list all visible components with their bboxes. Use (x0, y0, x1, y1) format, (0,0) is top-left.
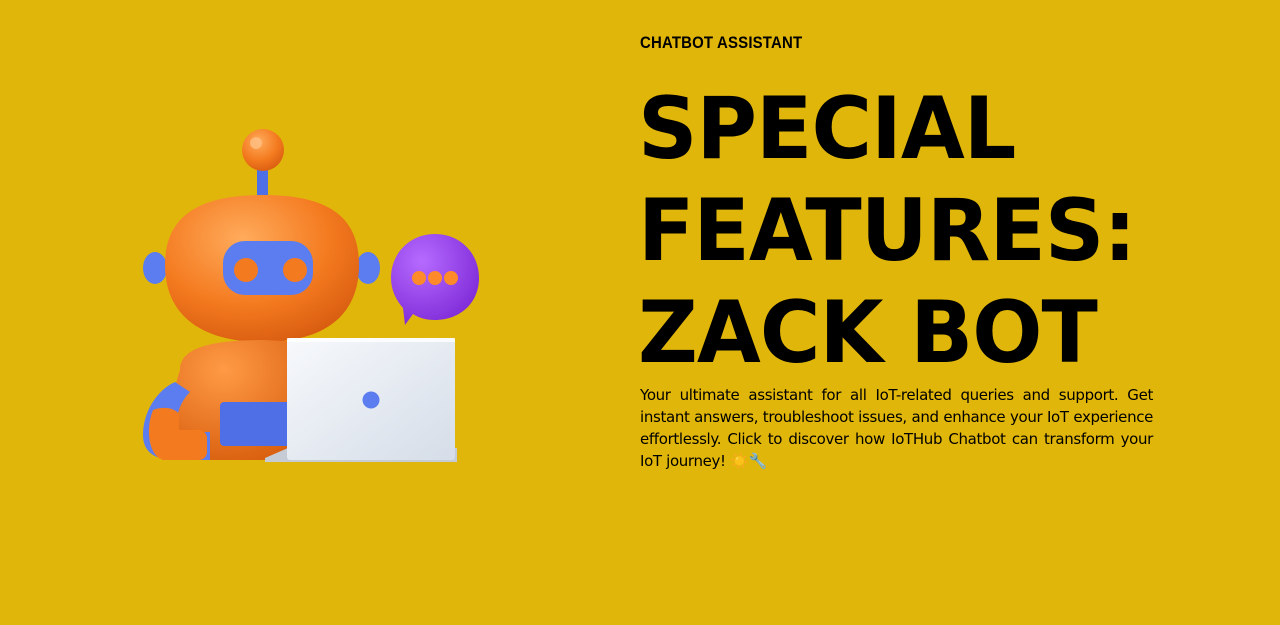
headline-line-2: FEATURES: (638, 181, 1136, 281)
description-text: Your ultimate assistant for all IoT-rela… (640, 386, 1153, 470)
robot-head (143, 195, 380, 342)
eyebrow-label: CHATBOT ASSISTANT (640, 33, 803, 52)
robot-antenna (242, 129, 284, 202)
headline-line-1: SPECIAL (638, 79, 1016, 179)
chat-bubble-icon (391, 234, 479, 325)
robot-body (143, 340, 305, 460)
robot-with-laptop-icon (143, 129, 479, 462)
headline-line-3: ZACK BOT (638, 283, 1098, 383)
page-title: SPECIAL FEATURES: ZACK BOT (638, 78, 1136, 384)
laptop (265, 338, 457, 462)
page: CHATBOT ASSISTANT SPECIAL FEATURES: ZACK… (0, 0, 1280, 625)
